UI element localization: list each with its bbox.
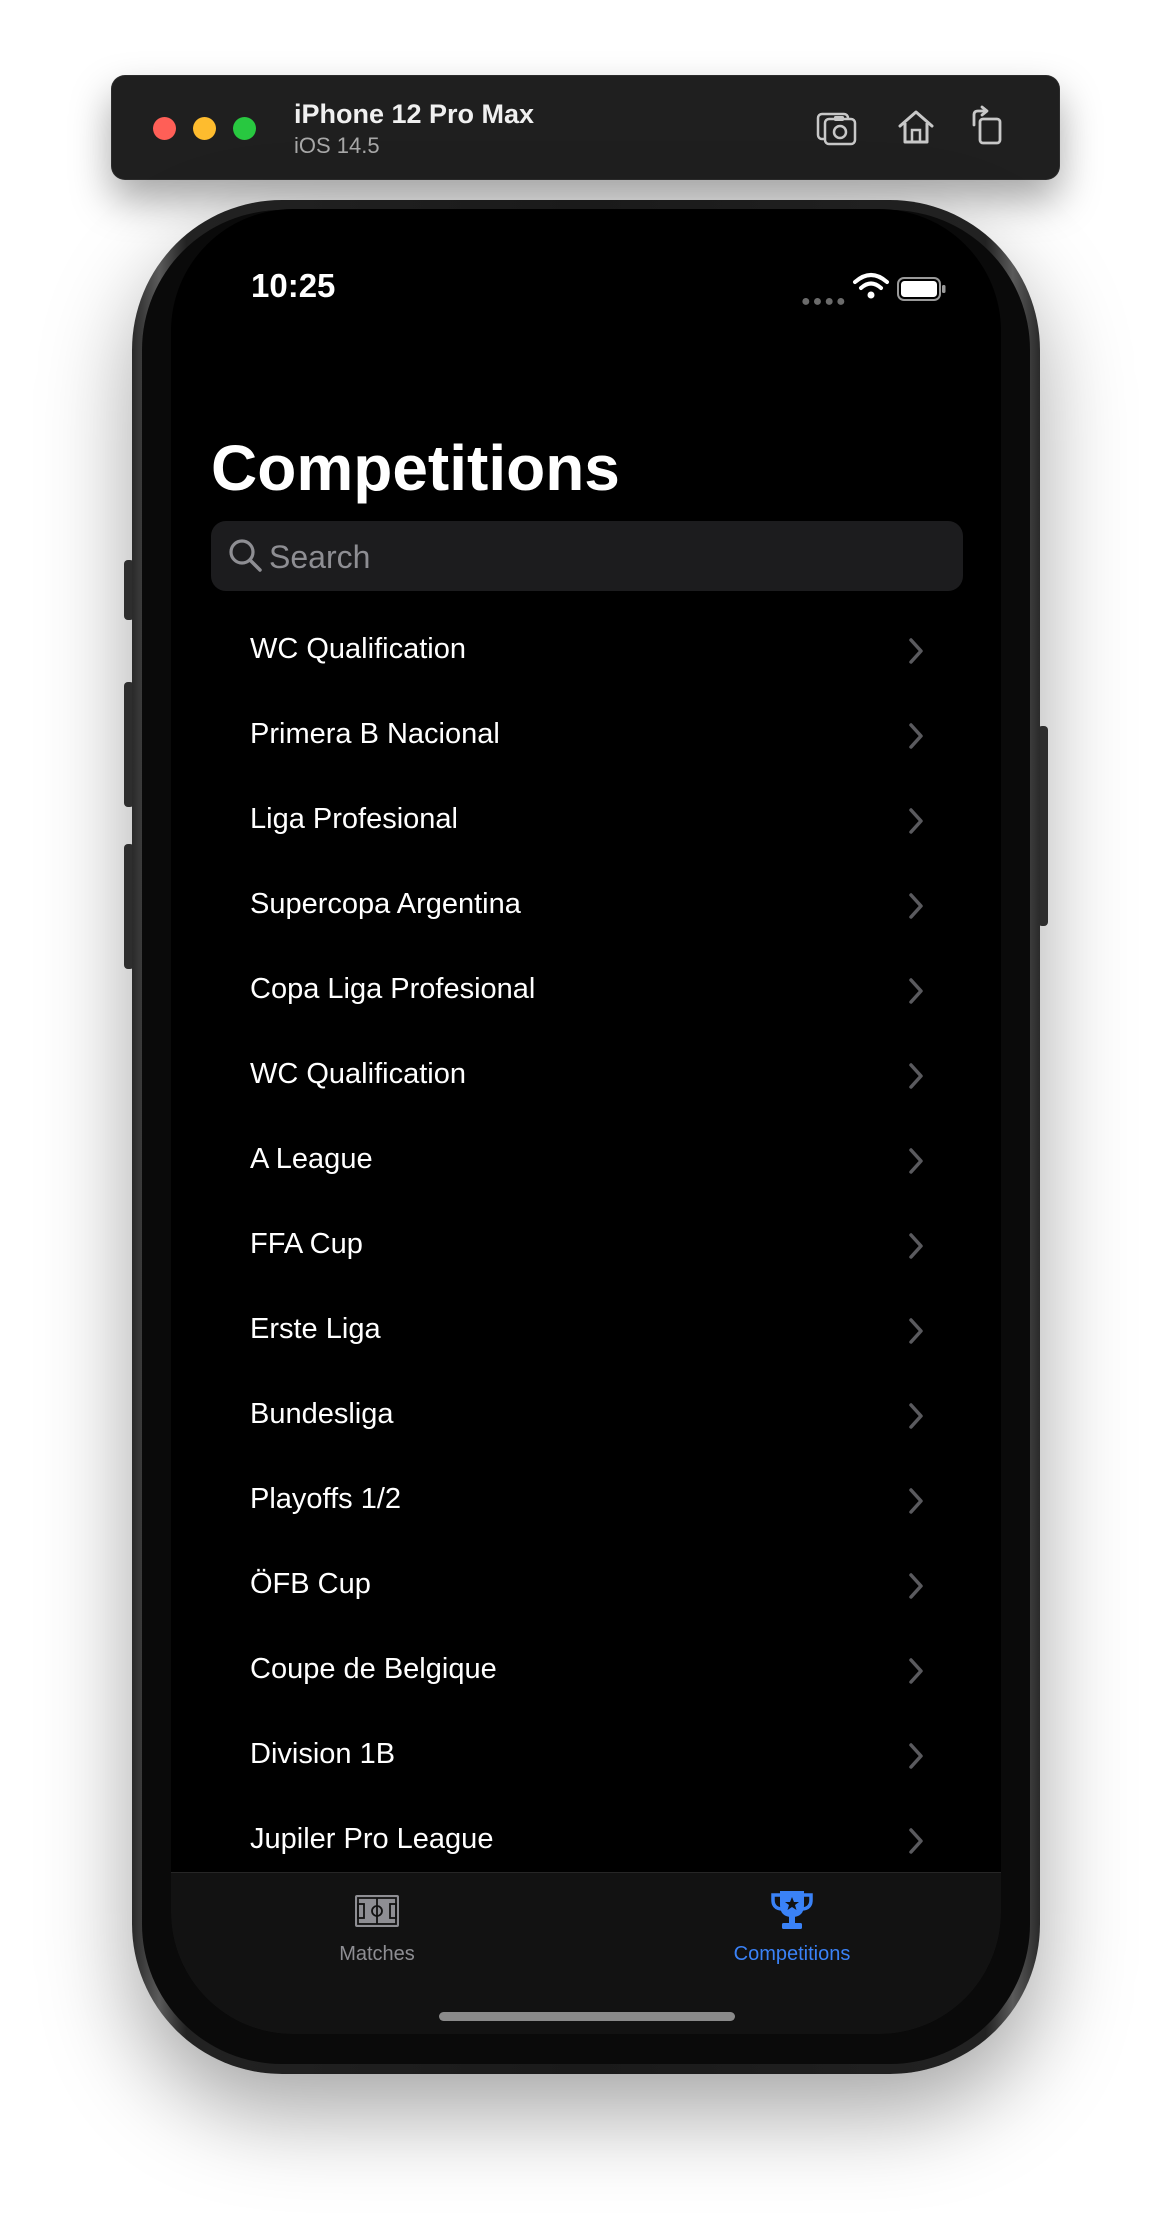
competition-name: Playoffs 1/2 (250, 1483, 402, 1515)
search-icon (229, 539, 262, 572)
tab-bar: Matches Competitions (171, 1872, 1001, 2034)
chevron-right-icon (909, 1148, 923, 1174)
chevron-right-icon (909, 1573, 923, 1599)
search-input[interactable]: Search (211, 521, 963, 591)
chevron-right-icon (909, 893, 923, 919)
chevron-right-icon (909, 638, 923, 664)
rotate-icon[interactable] (966, 105, 1010, 149)
competition-name: Erste Liga (250, 1313, 381, 1345)
screenshot-icon[interactable] (815, 105, 859, 149)
list-item[interactable]: Supercopa Argentina (171, 864, 1001, 949)
tab-competitions[interactable]: Competitions (642, 1873, 942, 1993)
device-name: iPhone 12 Pro Max (294, 99, 535, 129)
competition-name: Copa Liga Profesional (250, 973, 536, 1005)
wifi-icon (853, 273, 889, 299)
list-item[interactable]: Division 1B (171, 1714, 1001, 1799)
page-title: Competitions (211, 432, 620, 504)
chevron-right-icon (909, 1658, 923, 1684)
list-item[interactable]: Erste Liga (171, 1289, 1001, 1374)
simulator-toolbar: iPhone 12 Pro Max iOS 14.5 (111, 75, 1060, 180)
tab-label: Competitions (733, 1943, 851, 1965)
zoom-window-button[interactable] (233, 117, 256, 140)
trophy-icon (771, 1891, 813, 1929)
list-item[interactable]: ÖFB Cup (171, 1544, 1001, 1629)
chevron-right-icon (909, 978, 923, 1004)
home-indicator (439, 2012, 735, 2021)
close-window-button[interactable] (153, 117, 176, 140)
chevron-right-icon (909, 723, 923, 749)
list-item[interactable]: A League (171, 1119, 1001, 1204)
os-version: iOS 14.5 (294, 133, 380, 158)
competition-name: Supercopa Argentina (250, 888, 521, 920)
list-item[interactable]: Coupe de Belgique (171, 1629, 1001, 1714)
list-item[interactable]: Liga Profesional (171, 779, 1001, 864)
simulator-stage: iPhone 12 Pro Max iOS 14.5 10:25 ●●●● Co… (0, 0, 1172, 2224)
competition-name: WC Qualification (250, 1058, 466, 1090)
battery-icon (897, 277, 946, 301)
signal-dots-icon: ●●●● (801, 293, 848, 310)
list-item[interactable]: Bundesliga (171, 1374, 1001, 1459)
list-item[interactable]: WC Qualification (171, 1034, 1001, 1119)
competition-name: Coupe de Belgique (250, 1653, 497, 1685)
chevron-right-icon (909, 1063, 923, 1089)
tab-label: Matches (339, 1943, 415, 1965)
list-item[interactable]: Primera B Nacional (171, 694, 1001, 779)
phone-screen: 10:25 ●●●● Competitions Search WC Qualif… (171, 209, 1001, 2034)
competition-name: A League (250, 1143, 373, 1175)
chevron-right-icon (909, 1488, 923, 1514)
tab-matches[interactable]: Matches (227, 1873, 527, 1993)
field-icon (355, 1895, 399, 1927)
competition-name: ÖFB Cup (250, 1568, 371, 1600)
competition-name: Division 1B (250, 1738, 396, 1770)
chevron-right-icon (909, 1318, 923, 1344)
chevron-right-icon (909, 1403, 923, 1429)
list-item[interactable]: WC Qualification (171, 609, 1001, 694)
competition-name: Bundesliga (250, 1398, 394, 1430)
competition-name: WC Qualification (250, 633, 466, 665)
chevron-right-icon (909, 1233, 923, 1259)
competition-name: Liga Profesional (250, 803, 458, 835)
minimize-window-button[interactable] (193, 117, 216, 140)
list-item[interactable]: Copa Liga Profesional (171, 949, 1001, 1034)
chevron-right-icon (909, 1828, 923, 1854)
home-icon[interactable] (894, 105, 938, 149)
competition-name: FFA Cup (250, 1228, 363, 1260)
competition-name: Jupiler Pro League (250, 1823, 494, 1855)
competition-name: Primera B Nacional (250, 718, 500, 750)
chevron-right-icon (909, 808, 923, 834)
list-item[interactable]: Playoffs 1/2 (171, 1459, 1001, 1544)
search-placeholder: Search (269, 539, 371, 575)
chevron-right-icon (909, 1743, 923, 1769)
list-item[interactable]: FFA Cup (171, 1204, 1001, 1289)
status-time: 10:25 (251, 267, 336, 304)
